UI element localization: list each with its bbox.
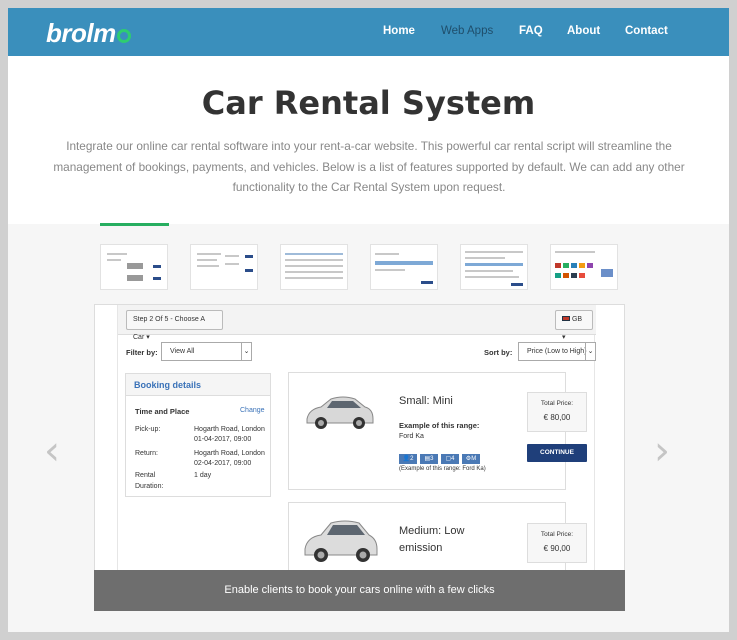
page-title: Car Rental System <box>201 84 536 122</box>
price-box-medium: Total Price: € 90,00 <box>527 523 587 563</box>
duration-label-1: Rental <box>135 472 156 479</box>
sort-select[interactable]: Price (Low to High) ⌄ <box>518 342 596 361</box>
screenshot-panel: Step 2 Of 5 - Choose A Car ▾ GB ▾ Filter… <box>94 304 625 611</box>
car-image-mini <box>306 396 374 429</box>
gallery-prev-arrow[interactable]: ‹ <box>44 428 60 474</box>
pickup-label: Pick-up: <box>135 426 161 433</box>
nav-contact[interactable]: Contact <box>625 25 668 37</box>
step-dropdown[interactable]: Step 2 Of 5 - Choose A Car ▾ <box>126 310 223 341</box>
booking-details-title: Booking details <box>126 374 270 396</box>
gallery-next-arrow[interactable]: › <box>654 428 670 474</box>
chevron-down-icon: ⌄ <box>241 343 251 360</box>
car-name-small: Small: Mini <box>399 395 453 407</box>
example-model: Ford Ka <box>399 433 424 440</box>
car-image-medium <box>304 520 378 562</box>
gallery-thumb-4[interactable] <box>370 244 438 290</box>
price-value: € 80,00 <box>543 413 571 422</box>
example-note: (Example of this range: Ford Ka) <box>399 466 486 472</box>
nav-web-apps[interactable]: Web Apps <box>441 25 493 37</box>
nav-faq[interactable]: FAQ <box>519 25 543 37</box>
sort-label: Sort by: <box>484 348 513 357</box>
active-thumb-indicator <box>100 223 169 226</box>
pickup-place: Hogarth Road, London <box>194 426 265 433</box>
flag-icon <box>562 316 570 321</box>
booking-details-box: Booking details Time and Place Change Pi… <box>125 373 271 497</box>
car-name-medium-line2: emission <box>399 542 443 554</box>
gallery-thumb-1[interactable] <box>100 244 168 290</box>
return-label: Return: <box>135 450 158 457</box>
passengers-badge: 👤2 <box>399 454 417 464</box>
price-value: € 90,00 <box>543 544 571 553</box>
example-label: Example of this range: <box>399 421 480 430</box>
pickup-time: 01-04-2017, 09:00 <box>194 436 252 443</box>
continue-button[interactable]: CONTINUE <box>527 444 587 462</box>
transmission-badge: ⚙M <box>462 454 480 464</box>
duration-label-2: Duration: <box>135 483 164 490</box>
logo-ring-icon <box>116 29 131 43</box>
return-time: 02-04-2017, 09:00 <box>194 460 252 467</box>
doors-badge: ▢4 <box>441 454 459 464</box>
nav-home[interactable]: Home <box>383 25 415 37</box>
price-label: Total Price: <box>540 400 574 407</box>
top-navbar: brolm Home Web Apps FAQ About Contact <box>8 8 729 56</box>
gallery-thumb-2[interactable] <box>190 244 258 290</box>
intro-paragraph: Integrate our online car rental software… <box>53 139 685 194</box>
chevron-down-icon: ⌄ <box>585 343 595 360</box>
luggage-badge: ▤3 <box>420 454 438 464</box>
duration-value: 1 day <box>194 472 212 479</box>
gallery-thumb-6[interactable] <box>550 244 618 290</box>
filter-select[interactable]: View All ⌄ <box>161 342 252 361</box>
page-frame: brolm Home Web Apps FAQ About Contact Ca… <box>8 8 729 632</box>
brand-logo[interactable]: brolm <box>46 18 131 49</box>
gallery-caption: Enable clients to book your cars online … <box>94 570 625 611</box>
return-place: Hogarth Road, London <box>194 450 265 457</box>
car-name-medium-line1: Medium: Low <box>399 525 465 537</box>
car-card-small: Small: Mini Example of this range: Ford … <box>288 372 587 490</box>
price-box-small: Total Price: € 80,00 <box>527 392 587 432</box>
person-icon: 👤 <box>402 456 411 462</box>
filter-label: Filter by: <box>126 348 158 357</box>
change-link[interactable]: Change <box>240 407 265 414</box>
time-place-heading: Time and Place <box>135 407 190 416</box>
gallery-thumb-3[interactable] <box>280 244 348 290</box>
price-label: Total Price: <box>540 531 574 538</box>
language-dropdown[interactable]: GB ▾ <box>555 310 593 341</box>
booking-app: Step 2 Of 5 - Choose A Car ▾ GB ▾ Filter… <box>117 305 596 610</box>
gallery-thumb-5[interactable] <box>460 244 528 290</box>
nav-about[interactable]: About <box>567 25 600 37</box>
step-bar: Step 2 Of 5 - Choose A Car ▾ GB ▾ <box>118 305 596 341</box>
